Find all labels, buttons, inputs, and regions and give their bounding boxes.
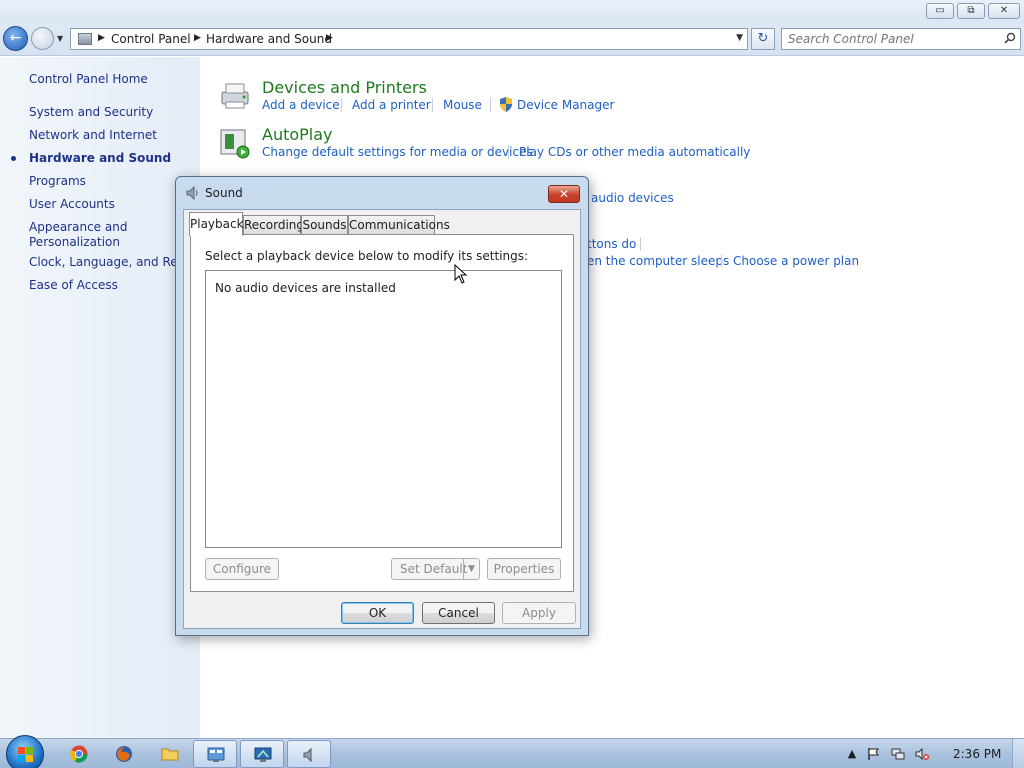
taskbar-control-panel[interactable]: [193, 740, 237, 768]
link-separator: [640, 237, 641, 251]
firefox-icon: [116, 746, 132, 762]
device-manager-link[interactable]: Device Manager: [517, 98, 614, 112]
left-navigation-pane: Control Panel Home System and Security N…: [0, 57, 200, 738]
breadcrumb-hardware-and-sound[interactable]: Hardware and Sound: [206, 32, 332, 46]
ok-button[interactable]: OK: [341, 602, 414, 624]
add-a-device-link[interactable]: Add a device: [262, 98, 340, 112]
taskbar-remote-app[interactable]: [240, 740, 284, 768]
autoplay-icon[interactable]: [218, 127, 252, 159]
set-default-dropdown-icon[interactable]: ▼: [468, 559, 475, 579]
change-default-media-settings-link[interactable]: Change default settings for media or dev…: [262, 145, 533, 159]
dialog-title-bar[interactable]: Sound ✕: [176, 177, 588, 209]
link-separator: [508, 145, 509, 159]
active-nav-bullet-icon: [11, 156, 16, 161]
show-hidden-icons-icon[interactable]: ▲: [845, 747, 859, 761]
properties-button[interactable]: Properties: [487, 558, 561, 580]
nav-appearance-line2[interactable]: Personalization: [29, 235, 120, 249]
speaker-icon: [186, 185, 198, 201]
taskbar: ▲ 2:36 PM: [0, 735, 1024, 768]
breadcrumb-arrow-icon[interactable]: ▶: [194, 33, 201, 43]
close-window-button[interactable]: ✕: [988, 3, 1020, 19]
power-buttons-link[interactable]: ttons do: [587, 237, 636, 251]
tab-sounds[interactable]: Sounds: [301, 215, 348, 235]
navigation-bar: ← ▼ ▶ Control Panel ▶ Hardware and Sound…: [0, 24, 1024, 56]
link-separator: [432, 98, 433, 112]
configure-button[interactable]: Configure: [205, 558, 279, 580]
apply-button[interactable]: Apply: [502, 602, 576, 624]
address-bar[interactable]: ▶ Control Panel ▶ Hardware and Sound ▶ ▼: [70, 28, 748, 50]
nav-control-panel-home[interactable]: Control Panel Home: [29, 72, 148, 86]
breadcrumb-arrow-icon[interactable]: ▶: [326, 33, 333, 43]
cancel-button[interactable]: Cancel: [422, 602, 495, 624]
autoplay-title[interactable]: AutoPlay: [262, 125, 333, 144]
nav-hardware-and-sound[interactable]: Hardware and Sound: [29, 151, 171, 165]
tab-communications[interactable]: Communications: [348, 215, 450, 235]
refresh-button[interactable]: ↻: [751, 28, 775, 50]
choose-power-plan-link[interactable]: Choose a power plan: [733, 254, 859, 268]
set-default-label: Set Default: [400, 562, 468, 576]
tab-playback[interactable]: Playback: [189, 212, 244, 236]
maximize-button[interactable]: ⧉: [957, 3, 985, 19]
link-separator: [721, 254, 722, 268]
playback-device-list[interactable]: No audio devices are installed: [205, 270, 562, 548]
playback-tab-panel: Select a playback device below to modify…: [190, 234, 574, 592]
mouse-cursor-icon: [454, 264, 468, 284]
recent-pages-dropdown-icon[interactable]: ▼: [57, 34, 63, 43]
action-center-flag-icon[interactable]: [866, 747, 880, 761]
uac-shield-icon: [500, 97, 512, 112]
window-title-bar: ▭ ⧉ ✕: [0, 0, 1024, 24]
show-desktop-button[interactable]: [1012, 739, 1024, 768]
monitor-icon: [254, 747, 272, 762]
nav-clock-language-region[interactable]: Clock, Language, and Regio: [29, 255, 196, 269]
breadcrumb-control-panel[interactable]: Control Panel: [111, 32, 191, 46]
devices-and-printers-icon[interactable]: [218, 80, 252, 112]
tab-recording[interactable]: Recording: [243, 215, 304, 235]
nav-system-and-security[interactable]: System and Security: [29, 105, 153, 119]
dialog-title: Sound: [205, 186, 243, 200]
windows-logo-icon: [18, 747, 33, 762]
taskbar-clock[interactable]: 2:36 PM: [953, 747, 1001, 761]
chrome-icon: [70, 745, 88, 763]
link-separator: [341, 98, 342, 112]
playback-instruction: Select a playback device below to modify…: [205, 249, 529, 263]
taskbar-firefox[interactable]: [102, 740, 146, 768]
devices-and-printers-title[interactable]: Devices and Printers: [262, 78, 427, 97]
link-separator: [490, 98, 491, 112]
split-divider: [463, 559, 464, 579]
sound-dialog: Sound ✕ Playback Recording Sounds Commun…: [175, 176, 589, 636]
taskbar-explorer[interactable]: [148, 740, 192, 768]
forward-button[interactable]: [31, 27, 54, 50]
volume-muted-icon[interactable]: [915, 747, 929, 761]
address-dropdown-icon[interactable]: ▼: [736, 33, 743, 43]
search-input[interactable]: [788, 31, 998, 47]
computer-sleeps-link[interactable]: en the computer sleeps: [587, 254, 729, 268]
speaker-icon: [303, 747, 312, 763]
dialog-body: Playback Recording Sounds Communications…: [183, 209, 581, 629]
mouse-link[interactable]: Mouse: [443, 98, 482, 112]
taskbar-sound[interactable]: [287, 740, 331, 768]
search-icon[interactable]: [1004, 32, 1016, 44]
nav-network-and-internet[interactable]: Network and Internet: [29, 128, 157, 142]
control-panel-icon: [207, 747, 225, 762]
set-default-button[interactable]: Set Default ▼: [391, 558, 480, 580]
breadcrumb-arrow-icon[interactable]: ▶: [98, 33, 105, 43]
start-button[interactable]: [6, 735, 44, 768]
search-box[interactable]: [781, 28, 1021, 50]
nav-user-accounts[interactable]: User Accounts: [29, 197, 115, 211]
control-panel-icon: [78, 33, 92, 45]
taskbar-chrome[interactable]: [57, 740, 101, 768]
nav-programs[interactable]: Programs: [29, 174, 86, 188]
play-cds-automatically-link[interactable]: Play CDs or other media automatically: [519, 145, 750, 159]
manage-audio-devices-link[interactable]: audio devices: [591, 191, 674, 205]
folder-icon: [161, 748, 179, 761]
nav-ease-of-access[interactable]: Ease of Access: [29, 278, 118, 292]
no-devices-message: No audio devices are installed: [215, 281, 396, 295]
minimize-button[interactable]: ▭: [926, 3, 954, 19]
back-button[interactable]: ←: [3, 26, 28, 51]
add-a-printer-link[interactable]: Add a printer: [352, 98, 431, 112]
dialog-close-button[interactable]: ✕: [548, 185, 580, 203]
network-icon[interactable]: [891, 747, 905, 761]
nav-appearance-line1[interactable]: Appearance and: [29, 220, 127, 234]
